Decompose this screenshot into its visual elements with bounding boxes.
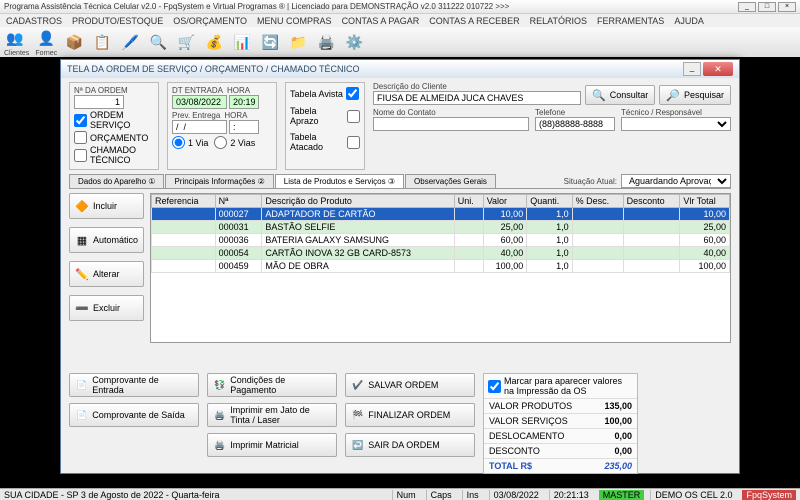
tool-icon[interactable]: 📊 <box>231 31 253 53</box>
app-title: Programa Assistência Técnica Celular v2.… <box>4 2 738 11</box>
menu-cadastros[interactable]: CADASTROS <box>6 16 62 26</box>
print-icon: 🖨️ <box>214 410 225 421</box>
tool-icon[interactable]: 🛒 <box>175 31 197 53</box>
main-toolbar: 👥 Clientes 👤 Fornec 📦 📋 🖊️ 🔍 🛒 💰 📊 🔄 📁 🖨… <box>0 27 800 57</box>
tool-icon[interactable]: 🖨️ <box>315 31 337 53</box>
barcode-icon: ▦ <box>75 233 89 247</box>
table-row[interactable]: 000036BATERIA GALAXY SAMSUNG60,001,060,0… <box>152 234 730 247</box>
close-button[interactable]: × <box>778 2 796 12</box>
tab-dados[interactable]: Dados do Aparelho ① <box>69 174 164 188</box>
money-icon: 💱 <box>214 380 225 391</box>
doc-icon: 📄 <box>76 410 87 421</box>
salvar-button[interactable]: ✔️SALVAR ORDEM <box>345 373 475 397</box>
search-icon: 🔍 <box>592 89 606 102</box>
check-icon: ✔️ <box>352 380 363 391</box>
table-row[interactable]: 000459MÃO DE OBRA100,001,0100,00 <box>152 260 730 273</box>
orcamento-check[interactable] <box>74 131 87 144</box>
prev-hora-input[interactable] <box>229 120 259 134</box>
products-grid[interactable]: ReferenciaNªDescrição do ProdutoUni.Valo… <box>150 193 731 343</box>
plus-icon: 🔶 <box>75 199 89 213</box>
via1-radio[interactable] <box>172 136 185 149</box>
incluir-button[interactable]: 🔶Incluir <box>69 193 144 219</box>
ordem-servico-check[interactable] <box>74 114 87 127</box>
cliente-input[interactable] <box>373 91 581 105</box>
tool-icon[interactable]: 🔄 <box>259 31 281 53</box>
contato-input[interactable] <box>373 117 529 131</box>
print-icon: 🖨️ <box>214 440 225 451</box>
imp-jato-button[interactable]: 🖨️Imprimir em Jato de Tinta / Laser <box>207 403 337 427</box>
maximize-button[interactable]: □ <box>758 2 776 12</box>
menu-relatorios[interactable]: RELATÓRIOS <box>530 16 587 26</box>
menu-receber[interactable]: CONTAS A RECEBER <box>429 16 519 26</box>
tool-icon[interactable]: 💰 <box>203 31 225 53</box>
chamado-check[interactable] <box>74 149 87 162</box>
dialog-minimize[interactable]: _ <box>683 62 701 76</box>
menubar: CADASTROS PRODUTO/ESTOQUE OS/ORÇAMENTO M… <box>0 14 800 27</box>
comp-entrada-button[interactable]: 📄Comprovante de Entrada <box>69 373 199 397</box>
tool-icon[interactable]: 📁 <box>287 31 309 53</box>
automatico-button[interactable]: ▦Automático <box>69 227 144 253</box>
tool-icon[interactable]: ⚙️ <box>343 31 365 53</box>
pesquisar-button[interactable]: 🔎Pesquisar <box>659 85 731 105</box>
delete-icon: ➖ <box>75 301 89 315</box>
app-titlebar: Programa Assistência Técnica Celular v2.… <box>0 0 800 14</box>
via2-radio[interactable] <box>214 136 227 149</box>
prev-input[interactable] <box>172 120 227 134</box>
clientes-icon[interactable]: 👥 <box>4 28 26 50</box>
atacado-check[interactable] <box>347 136 360 149</box>
dt-entrada-input[interactable] <box>172 95 227 109</box>
tool-icon[interactable]: 🔍 <box>147 31 169 53</box>
alterar-button[interactable]: ✏️Alterar <box>69 261 144 287</box>
doc-icon: 📄 <box>76 380 87 391</box>
table-row[interactable]: 000027ADAPTADOR DE CARTÃO10,001,010,00 <box>152 208 730 221</box>
tab-obs[interactable]: Observações Gerais <box>405 174 496 188</box>
ordem-input[interactable] <box>74 95 124 109</box>
fornec-icon[interactable]: 👤 <box>35 28 57 50</box>
search-icon: 🔎 <box>666 89 680 102</box>
menu-ajuda[interactable]: AJUDA <box>674 16 704 26</box>
minimize-button[interactable]: _ <box>738 2 756 12</box>
tecnico-select[interactable] <box>621 117 731 131</box>
avista-check[interactable] <box>346 87 359 100</box>
hora-input[interactable] <box>229 95 259 109</box>
print-values-check[interactable] <box>488 380 501 393</box>
totals-panel: Marcar para aparecer valores na Impressã… <box>483 373 638 474</box>
tab-info[interactable]: Principais Informações ② <box>165 174 273 188</box>
tool-icon[interactable]: 🖊️ <box>119 31 141 53</box>
status-city: SUA CIDADE - SP 3 de Agosto de 2022 - Qu… <box>4 490 219 500</box>
order-dialog: TELA DA ORDEM DE SERVIÇO / ORÇAMENTO / C… <box>60 59 740 474</box>
table-row[interactable]: 000031BASTÃO SELFIE25,001,025,00 <box>152 221 730 234</box>
aprazo-check[interactable] <box>347 110 360 123</box>
consultar-button[interactable]: 🔍Consultar <box>585 85 655 105</box>
tool-icon[interactable]: 📦 <box>63 31 85 53</box>
comp-saida-button[interactable]: 📄Comprovante de Saída <box>69 403 199 427</box>
cond-pag-button[interactable]: 💱Condições de Pagamento <box>207 373 337 397</box>
telefone-input[interactable] <box>535 117 615 131</box>
table-row[interactable]: 000054CARTÃO INOVA 32 GB CARD-857340,001… <box>152 247 730 260</box>
flag-icon: 🏁 <box>352 410 363 421</box>
situacao-select[interactable]: Aguardando Aprovação <box>621 174 731 188</box>
menu-os[interactable]: OS/ORÇAMENTO <box>173 16 247 26</box>
dialog-title: TELA DA ORDEM DE SERVIÇO / ORÇAMENTO / C… <box>67 64 683 74</box>
menu-compras[interactable]: MENU COMPRAS <box>257 16 332 26</box>
menu-pagar[interactable]: CONTAS A PAGAR <box>342 16 420 26</box>
dialog-close[interactable]: ✕ <box>703 62 733 76</box>
menu-produto[interactable]: PRODUTO/ESTOQUE <box>72 16 163 26</box>
sair-button[interactable]: ↩️SAIR DA ORDEM <box>345 433 475 457</box>
exit-icon: ↩️ <box>352 440 363 451</box>
tab-produtos[interactable]: Lista de Produtos e Serviços ③ <box>275 174 404 188</box>
menu-ferramentas[interactable]: FERRAMENTAS <box>597 16 664 26</box>
imp-mat-button[interactable]: 🖨️Imprimir Matricial <box>207 433 337 457</box>
tool-icon[interactable]: 📋 <box>91 31 113 53</box>
statusbar: SUA CIDADE - SP 3 de Agosto de 2022 - Qu… <box>0 488 800 500</box>
excluir-button[interactable]: ➖Excluir <box>69 295 144 321</box>
edit-icon: ✏️ <box>75 267 89 281</box>
finalizar-button[interactable]: 🏁FINALIZAR ORDEM <box>345 403 475 427</box>
